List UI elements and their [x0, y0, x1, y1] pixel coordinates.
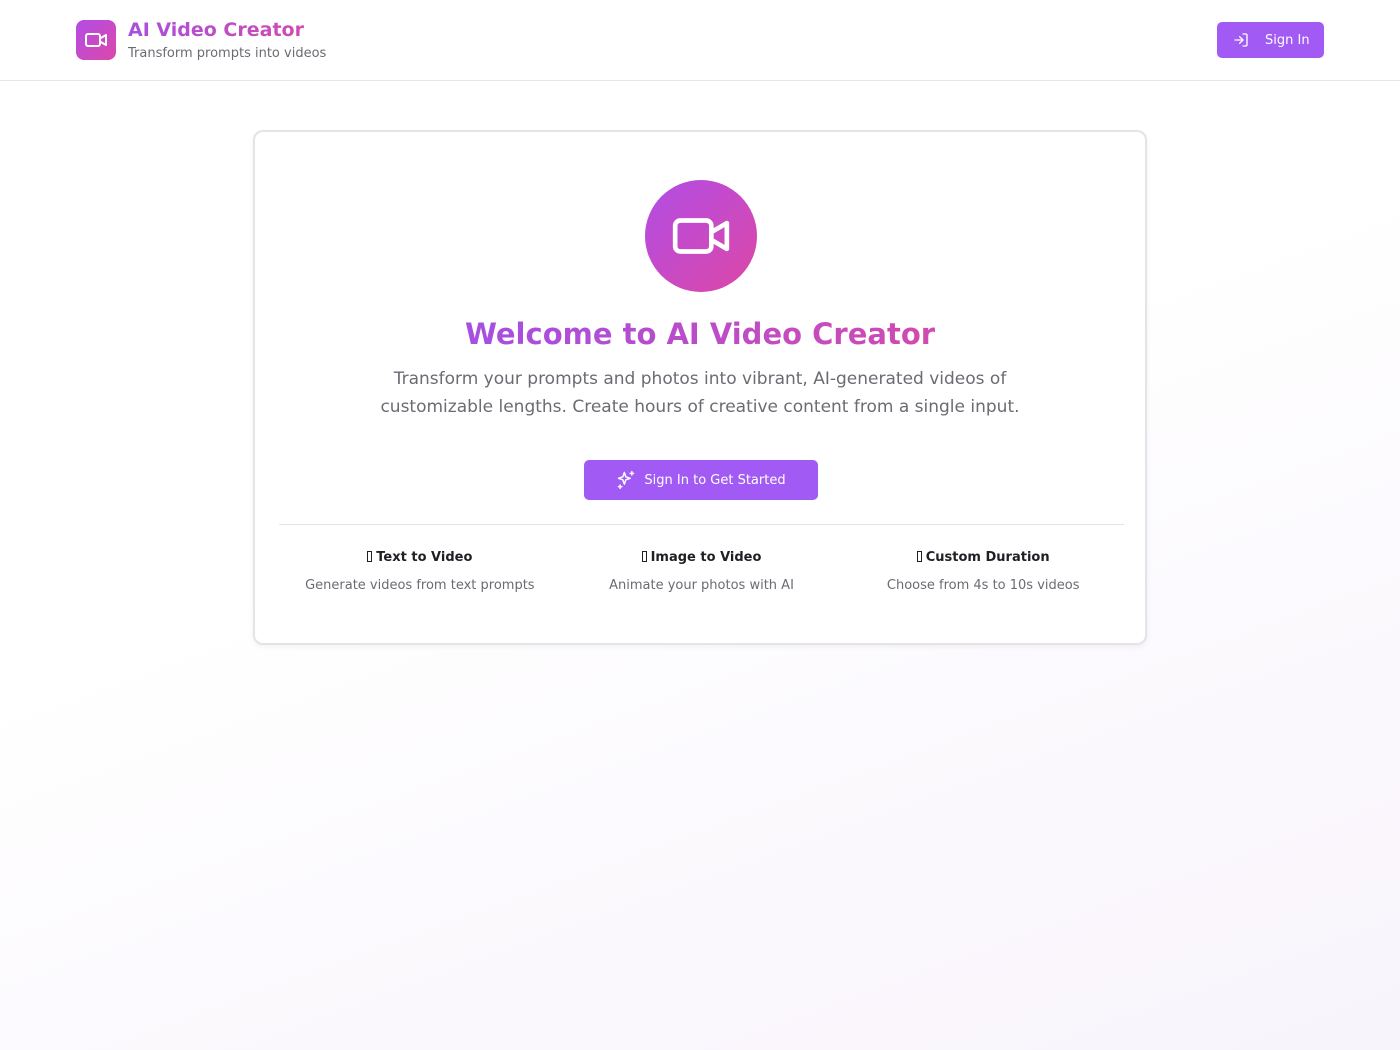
card-divider [279, 524, 1124, 525]
missing-glyph-icon [367, 551, 373, 562]
video-camera-icon [672, 218, 730, 254]
header-sign-in-button[interactable]: Sign In [1217, 22, 1324, 58]
sparkles-icon [618, 470, 635, 490]
get-started-button[interactable]: Sign In to Get Started [584, 460, 818, 500]
feature-description: Animate your photos with AI [609, 578, 794, 593]
welcome-title-text: Welcome to AI Video Creator [464, 317, 936, 351]
hero-video-icon [645, 180, 757, 292]
welcome-card: Welcome to AI Video Creator Transform yo… [253, 130, 1147, 645]
welcome-title: Welcome to AI Video Creator [255, 315, 1145, 353]
feature-title: Text to Video [279, 549, 561, 567]
feature-title: Image to Video [561, 549, 843, 567]
log-in-icon [1234, 33, 1248, 47]
header-sign-in-label: Sign In [1265, 32, 1310, 48]
feature-image-to-video: Image to Video Animate your photos with … [561, 549, 843, 595]
missing-glyph-icon [916, 551, 922, 562]
brand-logo [76, 20, 116, 60]
video-camera-icon [85, 33, 107, 47]
feature-title-text: Custom Duration [925, 550, 1050, 565]
get-started-label: Sign In to Get Started [644, 472, 786, 488]
feature-list: Text to Video Generate videos from text … [279, 549, 1124, 595]
missing-glyph-icon [641, 551, 647, 562]
feature-custom-duration: Custom Duration Choose from 4s to 10s vi… [842, 549, 1124, 595]
app-title: AI Video Creator [128, 19, 304, 41]
feature-title-text: Text to Video [376, 550, 473, 565]
feature-description: Choose from 4s to 10s videos [886, 578, 1080, 593]
app-header: AI Video Creator Transform prompts into … [0, 0, 1400, 81]
feature-title-text: Image to Video [650, 550, 762, 565]
feature-title: Custom Duration [842, 549, 1124, 567]
feature-text-to-video: Text to Video Generate videos from text … [279, 549, 561, 595]
welcome-description: Transform your prompts and photos into v… [380, 369, 1020, 417]
app-subtitle: Transform prompts into videos [128, 46, 327, 61]
feature-description: Generate videos from text prompts [305, 578, 535, 593]
